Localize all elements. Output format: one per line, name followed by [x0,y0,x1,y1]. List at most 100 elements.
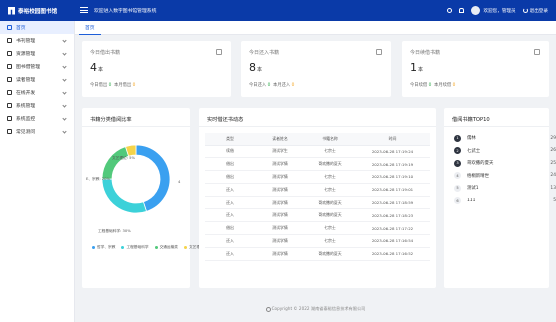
book-title: 测试1 [467,186,479,192]
cell-time: 2023-06-28 17:18:23 [355,208,430,223]
chart-label: 文艺理论: 5% [112,156,136,160]
chevron-down-icon [62,129,67,134]
cell-time: 2023-06-28 17:19:19 [355,157,430,172]
sidebar-item-2[interactable]: 资源管理 [0,47,74,60]
stat-label: 今日续借书籍 [410,50,441,56]
sidebar-item-4[interactable]: 读者管理 [0,73,74,86]
tab-home[interactable]: 首页 [79,23,101,35]
sidebar-item-5[interactable]: 在线开发 [0,86,74,99]
table-row: 还入 测试学情 哥欢撒的夏天 2023-06-28 17:18:59 [205,196,430,210]
list-item: 2 七武士 26 [454,145,556,158]
chevron-down-icon [62,103,67,108]
chevron-down-icon [62,64,67,69]
book-icon [376,49,382,55]
sidebar-item-1[interactable]: 书刊管理 [0,34,74,47]
tab-bar: 首页 [75,21,556,35]
chevron-down-icon [62,77,67,82]
search-icon[interactable] [447,8,453,13]
borrow-count: 13 [550,185,556,191]
legend-label: 哲学、宗教 [97,245,116,249]
table-row: 借出 测试学情 七宗士 2023-06-28 17:19:10 [205,170,430,184]
sidebar-item-label: 书刊管理 [16,39,36,44]
cell-book: 七宗士 [305,183,355,197]
cell-type: 借出 [205,170,255,184]
gear-icon [7,103,12,108]
cell-book: 哥欢撒的夏天 [305,196,355,210]
chevron-down-icon [62,51,67,56]
logout-button[interactable]: 退出登录 [522,7,548,14]
stat-value: 1本 [410,61,424,74]
cell-type: 还入 [205,196,255,210]
cell-type: 借出 [205,221,255,236]
stat-sub: 今日还入 0 本月还入 0 [249,83,295,88]
list-item: 3 哥欢撒的夏天 25 [454,157,556,170]
chevron-down-icon [62,90,67,95]
category-ratio-card: 书籍分类借阅比率 文艺理论: 5% E、宗教: 20% 工程基础科学: 30% … [82,108,204,288]
sidebar-item-8[interactable]: 常见测问 [0,125,74,138]
app-title: 泰裕校园图书馆 [18,8,58,15]
pie-slice[interactable] [101,178,148,214]
records-table: 类型 读者姓名 书籍名称 时间 续借 测试学生 七宗士 2023-06-28 17:19:2… [205,133,430,261]
menu-toggle-button[interactable] [80,6,88,14]
stat-sub: 今日续借 0 本月续借 0 [410,83,456,88]
donut-chart [101,144,171,214]
list-item: 1 儒林 29 [454,132,556,145]
sidebar-item-label: 在线开发 [16,91,36,96]
stat-card-borrowed: 今日借出书籍 4本 今日借出 0 本月借出 0 [82,41,231,97]
cell-book: 七宗士 [305,145,355,159]
legend-item[interactable]: 哲学、宗教 [92,245,115,250]
cell-reader: 测试学生 [255,145,305,159]
sidebar-item-3[interactable]: 图书借管理 [0,60,74,73]
book-title: 111 [467,198,476,204]
book-icon [7,38,12,43]
legend-swatch [184,246,187,249]
code-icon [7,90,12,95]
card-title: 借阅书籍TOP10 [452,117,490,123]
cell-time: 2023-06-28 17:19:01 [355,183,430,197]
avatar [471,6,481,15]
book-title: 哥欢撒的夏天 [467,161,494,167]
stat-sub: 今日借出 0 本月借出 0 [90,83,136,88]
table-row: 还入 测试学情 七宗士 2023-06-28 17:19:01 [205,183,430,197]
bell-icon[interactable] [459,8,465,13]
stat-value: 4本 [90,61,104,74]
chevron-down-icon [62,116,67,121]
power-icon [522,7,528,13]
folder-icon [7,51,12,56]
pie-slice[interactable] [101,146,130,180]
app-logo: 泰裕校园图书馆 [0,0,75,21]
user-menu[interactable]: 欢迎您，管理员 [471,6,516,15]
chart-label: 工程基础科学: 30% [98,229,131,233]
legend-item[interactable]: 工程基础科学 [121,245,149,250]
stat-card-renewed: 今日续借书籍 1本 今日续借 0 本月续借 0 [402,41,549,97]
footer: Copyright © 2022 湖南省泰裕信息技术有限公司 [75,306,556,312]
cell-reader: 测试学情 [255,170,305,184]
rank-badge: 2 [454,147,461,155]
borrow-count: 26 [550,148,556,154]
cell-type: 借出 [205,157,255,172]
column-header: 时间 [355,133,430,146]
cell-book: 哥欢撒的夏天 [305,247,355,261]
borrow-count: 29 [550,135,556,141]
cell-type: 还入 [205,247,255,261]
sidebar-item-0[interactable]: 首页 [0,21,74,34]
table-row: 还入 测试学情 七宗士 2023-06-28 17:16:54 [205,234,430,248]
book-icon [216,49,222,55]
pie-slice[interactable] [135,144,171,212]
chart-legend: 哲学、宗教 工程基础科学 交通运输类 文艺理论 [92,245,212,253]
book-icon [534,49,540,55]
book-title: 七武士 [467,148,481,154]
card-title: 实时借还书动态 [207,117,244,123]
question-icon [7,129,12,134]
sidebar-item-6[interactable]: 系统管理 [0,99,74,112]
sidebar-item-label: 资源管理 [16,52,36,57]
cell-time: 2023-06-28 17:18:59 [355,196,430,210]
book-title: 梧桐新晴世 [467,173,489,179]
legend-item[interactable]: 交通运输类 [154,245,178,250]
rank-badge: 3 [454,159,461,167]
chart-label: 4 [178,180,181,184]
legend-swatch [121,246,125,249]
borrow-icon [7,64,12,69]
monitor-icon [7,116,12,121]
sidebar-item-7[interactable]: 系统监控 [0,112,74,125]
